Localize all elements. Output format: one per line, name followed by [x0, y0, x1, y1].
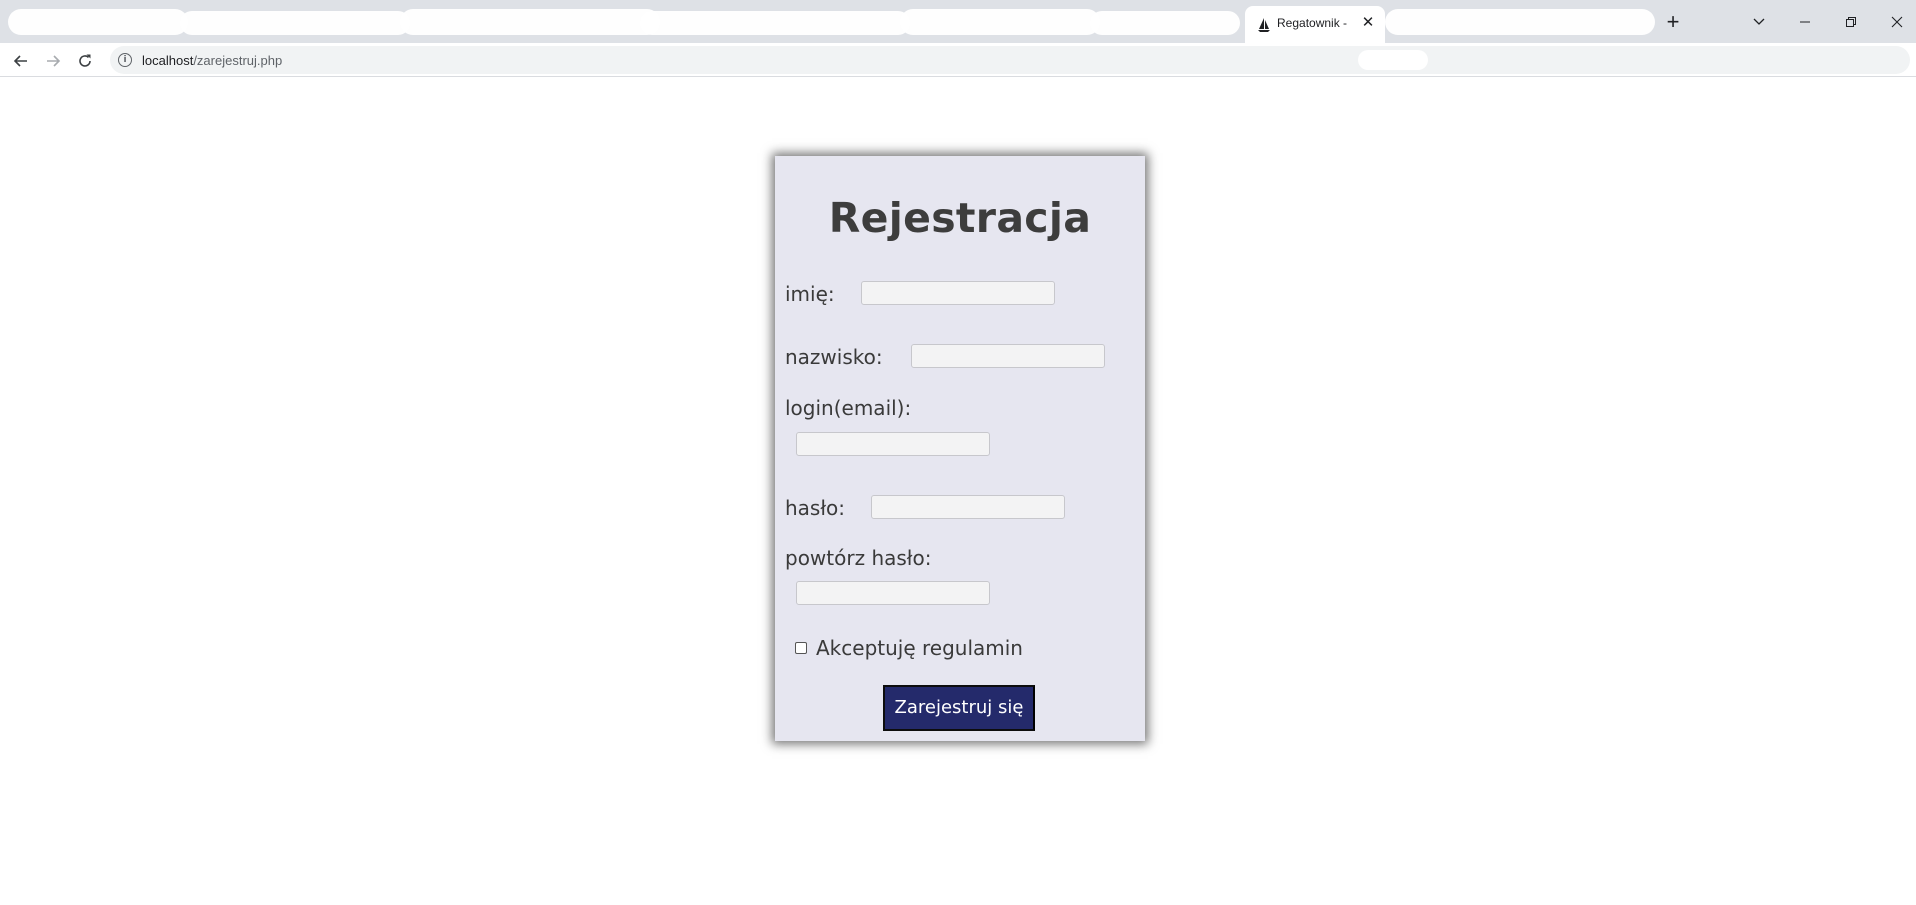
close-icon — [1891, 16, 1903, 28]
redacted-tab[interactable] — [1385, 9, 1655, 35]
restore-button[interactable] — [1836, 6, 1866, 36]
browser-toolbar: i localhost/zarejestruj.php — [0, 43, 1916, 77]
last-name-input[interactable] — [911, 344, 1105, 368]
page-title: Rejestracja — [828, 194, 1092, 242]
reload-button[interactable] — [71, 46, 99, 74]
arrow-right-icon — [47, 54, 61, 67]
tab-search-button[interactable] — [1744, 6, 1774, 36]
chevron-down-icon — [1753, 18, 1765, 26]
last-name-label: nazwisko: — [785, 345, 883, 369]
password-repeat-input[interactable] — [796, 581, 990, 605]
info-icon[interactable]: i — [118, 53, 132, 67]
sailboat-icon — [1258, 18, 1270, 32]
redacted-tab[interactable] — [900, 9, 1100, 35]
redacted-tab[interactable] — [180, 11, 410, 35]
redacted-extension-area — [1358, 50, 1428, 70]
url-host: localhost — [142, 53, 194, 68]
first-name-label: imię: — [785, 282, 835, 306]
address-bar[interactable]: i localhost/zarejestruj.php — [110, 46, 1910, 74]
redacted-tab[interactable] — [8, 9, 188, 35]
restore-icon — [1846, 17, 1856, 28]
arrow-left-icon — [13, 54, 27, 67]
password-label: hasło: — [785, 496, 846, 520]
new-tab-button[interactable]: + — [1660, 9, 1686, 35]
browser-tab-strip: Regatownik - ✕ + — [0, 0, 1916, 43]
redacted-tab[interactable] — [400, 9, 660, 35]
redacted-tab[interactable] — [1090, 11, 1240, 35]
registration-card: Rejestracja imię: nazwisko: login(email)… — [775, 156, 1145, 741]
terms-checkbox[interactable] — [795, 642, 807, 654]
reload-icon — [79, 54, 91, 67]
login-email-input[interactable] — [796, 432, 990, 456]
url-text[interactable]: localhost/zarejestruj.php — [142, 53, 282, 68]
login-email-label: login(email): — [785, 396, 912, 420]
password-input[interactable] — [871, 495, 1065, 519]
tab-title: Regatownik - — [1277, 16, 1348, 30]
minimize-button[interactable] — [1790, 6, 1820, 36]
redacted-tab[interactable] — [640, 11, 910, 35]
minimize-icon — [1800, 21, 1810, 23]
terms-label: Akceptuję regulamin — [816, 636, 1023, 660]
back-button[interactable] — [7, 46, 35, 74]
tab-close-icon[interactable]: ✕ — [1357, 12, 1379, 34]
active-tab[interactable]: Regatownik - ✕ — [1245, 6, 1385, 43]
url-path: /zarejestruj.php — [193, 53, 283, 68]
register-button[interactable]: Zarejestruj się — [883, 685, 1035, 731]
first-name-input[interactable] — [861, 281, 1055, 305]
password-repeat-label: powtórz hasło: — [785, 546, 932, 570]
close-window-button[interactable] — [1882, 6, 1912, 36]
forward-button[interactable] — [39, 46, 67, 74]
